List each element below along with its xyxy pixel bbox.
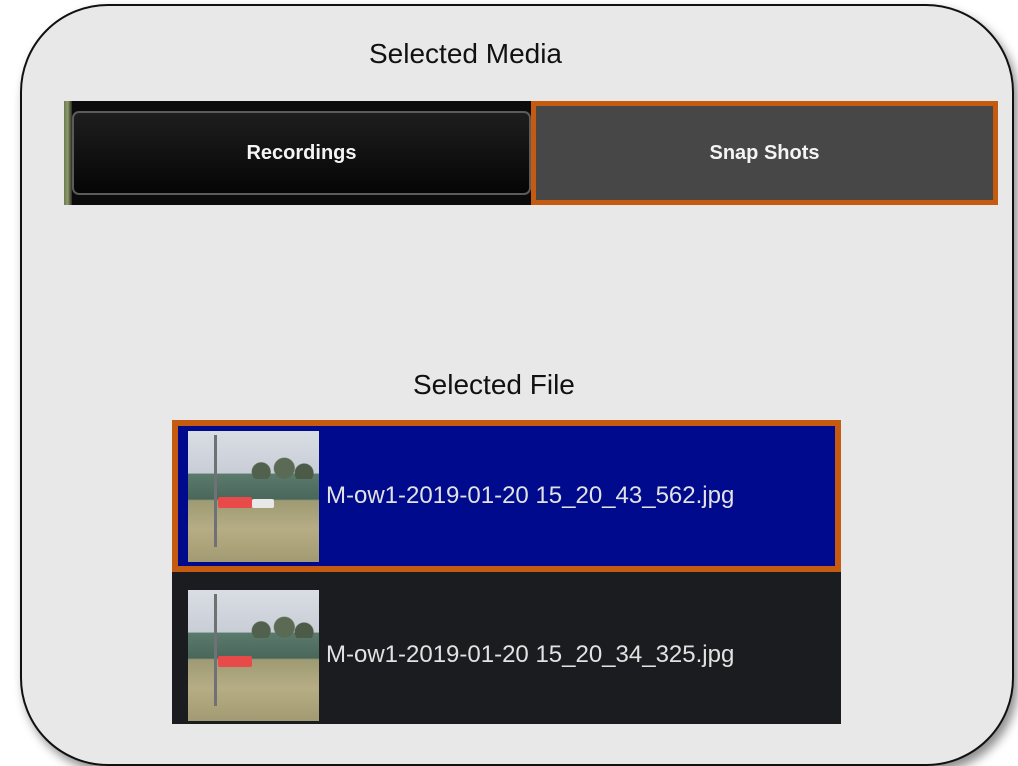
file-name: M-ow1-2019-01-20 15_20_43_562.jpg [326, 482, 735, 509]
file-thumbnail [188, 589, 319, 721]
selected-media-heading: Selected Media [369, 38, 563, 69]
file-item[interactable]: M-ow1-2019-01-20 15_20_34_325.jpg [172, 586, 841, 724]
tab-recordings[interactable]: Recordings [72, 111, 531, 195]
thumbnail-vehicle [252, 498, 274, 508]
thumbnail-pole [214, 434, 217, 547]
thumbnail-truck [218, 496, 252, 508]
file-name: M-ow1-2019-01-20 15_20_34_325.jpg [326, 641, 735, 668]
file-thumbnail [188, 430, 319, 562]
tab-strip-edge [64, 101, 72, 205]
file-list: M-ow1-2019-01-20 15_20_43_562.jpg M-ow1-… [172, 420, 841, 724]
thumbnail-truck [218, 655, 252, 667]
file-item-selected[interactable]: M-ow1-2019-01-20 15_20_43_562.jpg [172, 420, 841, 572]
media-tabs: Recordings Snap Shots [64, 101, 998, 205]
tab-snapshots[interactable]: Snap Shots [531, 101, 998, 205]
selected-file-heading: Selected File [413, 369, 575, 400]
thumbnail-trees [248, 613, 314, 638]
thumbnail-pole [214, 593, 217, 706]
thumbnail-trees [248, 454, 314, 479]
